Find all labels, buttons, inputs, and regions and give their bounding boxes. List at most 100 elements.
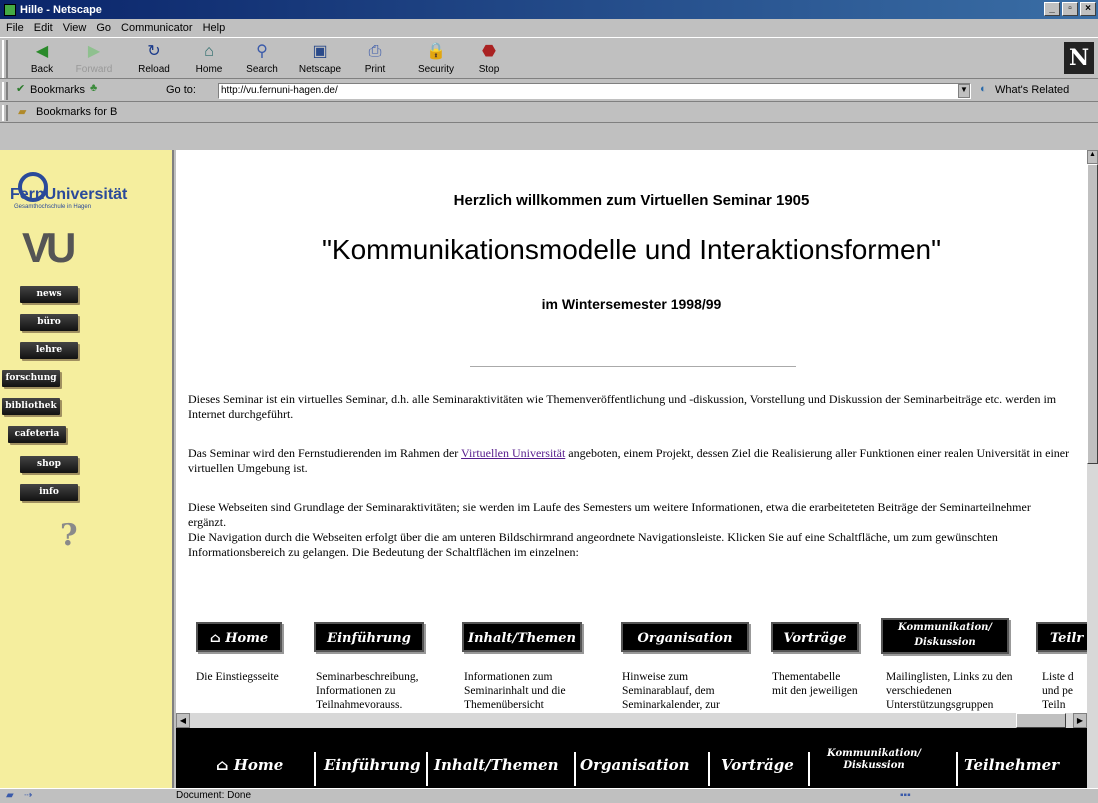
content-frame: Herzlich willkommen zum Virtuellen Semin… (176, 150, 1087, 728)
navigation-toolbar: ◀ Back ▶ Forward ↻ Reload ⌂ Home ⚲ Search ▣ Ne… (0, 37, 1098, 79)
reload-button[interactable]: ↻ Reload (128, 40, 180, 78)
component-bar-icon[interactable]: ▪▪▪ (900, 790, 911, 801)
connection-icon: ⇢ (24, 790, 33, 801)
intro-paragraph: Dieses Seminar ist ein virtuelles Semina… (188, 392, 1057, 421)
horizontal-scroll-thumb[interactable] (1016, 713, 1066, 728)
fernuni-logo-subtext: Gesamthochschule in Hagen (14, 204, 92, 210)
menu-go[interactable]: Go (96, 22, 111, 34)
search-button[interactable]: ⚲ Search (236, 40, 288, 78)
legend-vortraege-button[interactable]: Vorträge (771, 622, 859, 652)
home-icon: ⌂ (204, 43, 214, 60)
sidebar-item-shop[interactable]: shop (20, 456, 78, 473)
close-button[interactable]: × (1080, 2, 1096, 16)
bottom-nav-inhalt[interactable]: Inhalt/Themen (434, 756, 559, 774)
folder-icon: ▰ (18, 106, 27, 118)
location-icon: ♣ (90, 82, 98, 94)
legend-inhalt-desc: Informationen zum Seminarinhalt und die … (464, 671, 566, 711)
vu-paragraph: Das Seminar wird den Fernstudierenden im… (188, 446, 1083, 476)
security-icon: 🔒 (426, 43, 446, 60)
legend-inhalt-button[interactable]: Inhalt/Themen (462, 622, 582, 652)
url-input[interactable]: http://vu.fernuni-hagen.de/ (218, 83, 971, 99)
goto-label: Go to: (166, 84, 196, 96)
netscape-icon: ▣ (312, 43, 328, 60)
scroll-up-icon[interactable]: ▲ (1087, 150, 1098, 164)
bottom-nav-einfuehrung[interactable]: Einführung (324, 756, 421, 774)
maximize-button[interactable]: ▫ (1062, 2, 1078, 16)
print-icon: ⎙ (368, 43, 382, 60)
legend-vortraege-desc: Thementabelle mit den jeweiligen (772, 671, 858, 697)
sidebar-item-news[interactable]: news (20, 286, 78, 303)
legend-home-button[interactable]: ⌂ Home (196, 622, 282, 652)
status-bar: ▰ ⇢ Document: Done ▪▪▪ (0, 788, 1098, 803)
virtual-university-link[interactable]: Virtuellen Universität (461, 446, 565, 460)
menu-view[interactable]: View (63, 22, 87, 34)
menu-file[interactable]: File (6, 22, 24, 34)
legend-kommunikation-desc: Mailinglisten, Links zu den verschiedene… (886, 671, 1013, 711)
bottom-nav-kommunikation[interactable]: Kommunikation/ Diskussion (814, 748, 934, 772)
bottom-nav-teilnehmer[interactable]: Teilnehmer (964, 756, 1059, 774)
help-icon[interactable]: ? (60, 518, 78, 553)
semester-heading: im Wintersemester 1998/99 (541, 296, 722, 312)
whats-related-icon: ◐ (980, 83, 987, 95)
vu-paragraph-text-a: Das Seminar wird den Fernstudierenden im… (188, 446, 462, 460)
vertical-scroll-thumb[interactable] (1087, 164, 1098, 464)
bottom-frame-scrollbar[interactable] (1087, 728, 1098, 788)
sidebar-item-bibliothek[interactable]: bibliothek (2, 398, 60, 415)
bookmarks-for-button[interactable]: Bookmarks for B (36, 106, 117, 118)
netscape-app-icon (4, 3, 16, 16)
back-button[interactable]: ◀ Back (16, 40, 68, 78)
reload-icon: ↻ (147, 43, 161, 60)
legend-organisation-button[interactable]: Organisation (621, 622, 749, 652)
webpages-paragraph: Diese Webseiten sind Grundlage der Semin… (188, 500, 1031, 529)
sidebar-item-lehre[interactable]: lehre (20, 342, 78, 359)
divider (470, 366, 796, 367)
menu-bar: File Edit View Go Communicator Help (0, 19, 1098, 37)
security-button[interactable]: 🔒 Security (410, 40, 462, 78)
security-lock-icon: ▰ (6, 790, 14, 801)
left-frame: FernUniversität Gesamthochschule in Hage… (0, 150, 174, 788)
vu-logo: VU (22, 224, 76, 271)
location-toolbar: ✔ Bookmarks ♣ Go to: http://vu.fernuni-h… (0, 80, 1098, 102)
forward-arrow-icon: ▶ (87, 43, 101, 60)
bottom-nav-vortraege[interactable]: Vorträge (721, 756, 794, 774)
legend-einfuehrung-desc: Seminarbeschreibung, Informationen zu Te… (316, 671, 419, 711)
scroll-left-icon[interactable]: ◀ (176, 713, 190, 728)
back-arrow-icon: ◀ (35, 43, 49, 60)
netscape-button[interactable]: ▣ Netscape (294, 40, 346, 78)
bottom-nav-home[interactable]: ⌂ Home (216, 756, 283, 774)
status-text: Document: Done (176, 790, 252, 801)
print-button[interactable]: ⎙ Print (349, 40, 401, 78)
scroll-right-icon[interactable]: ▶ (1073, 713, 1087, 728)
whats-related-button[interactable]: What's Related (995, 84, 1069, 96)
legend-einfuehrung-button[interactable]: Einführung (314, 622, 424, 652)
stop-button[interactable]: ⬣ Stop (463, 40, 515, 78)
window-title: Hille - Netscape (20, 3, 102, 16)
legend-kommunikation-button[interactable]: Kommunikation/ Diskussion (881, 618, 1009, 654)
netscape-logo: N (1064, 42, 1094, 74)
personal-toolbar: ▰ Bookmarks for B (0, 103, 1098, 123)
menu-edit[interactable]: Edit (34, 22, 53, 34)
bottom-nav-organisation[interactable]: Organisation (580, 756, 689, 774)
toolbar-spacer (0, 123, 1098, 150)
welcome-heading: Herzlich willkommen zum Virtuellen Semin… (453, 192, 810, 209)
menu-communicator[interactable]: Communicator (121, 22, 193, 34)
home-button[interactable]: ⌂ Home (183, 40, 235, 78)
sidebar-item-forschung[interactable]: forschung (2, 370, 60, 387)
legend-teilnehmer-desc: Liste d und pe Teiln (1042, 671, 1074, 711)
menu-help[interactable]: Help (203, 22, 226, 34)
sidebar-item-buero[interactable]: büro (20, 314, 78, 331)
seminar-title: "Kommunikationsmodelle und Interaktionsf… (321, 234, 942, 265)
horizontal-scrollbar[interactable]: ◀ ▶ (176, 712, 1087, 728)
minimize-button[interactable]: _ (1044, 2, 1060, 16)
legend-teilnehmer-button[interactable]: Teilr (1036, 622, 1087, 652)
bookmarks-icon: ✔ (16, 83, 26, 95)
sidebar-item-info[interactable]: info (20, 484, 78, 501)
stop-icon: ⬣ (482, 43, 496, 60)
search-icon: ⚲ (256, 43, 268, 60)
sidebar-item-cafeteria[interactable]: cafeteria (8, 426, 66, 443)
vertical-scrollbar[interactable]: ▲ (1087, 150, 1098, 728)
bookmarks-button[interactable]: Bookmarks (30, 84, 85, 96)
navigation-paragraph: Die Navigation durch die Webseiten erfol… (188, 530, 998, 559)
forward-button[interactable]: ▶ Forward (68, 40, 120, 78)
chevron-down-icon[interactable]: ▼ (958, 84, 970, 98)
